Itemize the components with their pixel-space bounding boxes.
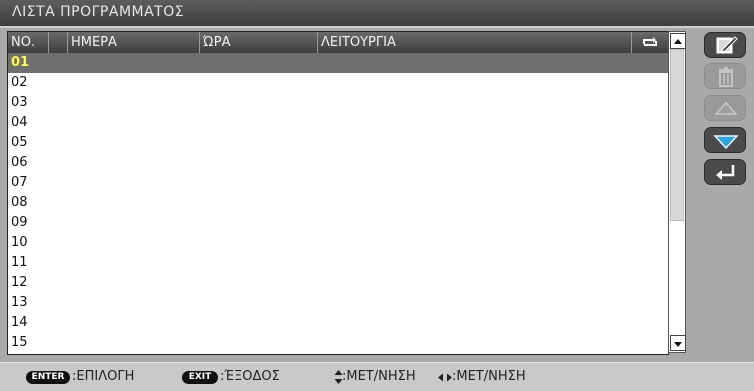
table-row[interactable]: 04 bbox=[8, 113, 668, 133]
table-row[interactable]: 01 bbox=[8, 53, 668, 73]
table-row[interactable]: 14 bbox=[8, 313, 668, 333]
move-down-button[interactable] bbox=[704, 127, 746, 153]
vertical-nav-hint: :ΜΕΤ/ΝΗΣΗ bbox=[342, 369, 416, 384]
window-title-bar: ΛΙΣΤΑ ΠΡΟΓΡΑΜΜΑΤΟΣ bbox=[0, 0, 754, 28]
header-repeat bbox=[632, 32, 668, 53]
table-row[interactable]: 07 bbox=[8, 173, 668, 193]
table-row[interactable]: 12 bbox=[8, 273, 668, 293]
table-row[interactable]: 09 bbox=[8, 213, 668, 233]
header-spacer bbox=[49, 32, 68, 53]
table-row[interactable]: 13 bbox=[8, 293, 668, 313]
scroll-thumb[interactable] bbox=[670, 49, 684, 221]
trash-icon bbox=[719, 67, 733, 87]
delete-button[interactable] bbox=[704, 63, 746, 89]
scroll-down-button[interactable] bbox=[670, 335, 686, 351]
return-button[interactable] bbox=[704, 159, 746, 185]
window-title: ΛΙΣΤΑ ΠΡΟΓΡΑΜΜΑΤΟΣ bbox=[12, 4, 185, 20]
exit-hint: :ΈΞΟΔΟΣ bbox=[220, 369, 280, 384]
scroll-up-button[interactable] bbox=[670, 33, 686, 49]
horizontal-nav-hint: :ΜΕΤ/ΝΗΣΗ bbox=[452, 369, 526, 384]
triangle-up-icon bbox=[714, 101, 738, 115]
table-body: 01 02 03 04 05 06 07 08 09 10 11 12 13 1… bbox=[8, 53, 668, 353]
footer-hints: ENTER :ΕΠΙΛΟΓΗ EXIT :ΈΞΟΔΟΣ :ΜΕΤ/ΝΗΣΗ :Μ… bbox=[0, 362, 754, 391]
table-row[interactable]: 06 bbox=[8, 153, 668, 173]
enter-hint: :ΕΠΙΛΟΓΗ bbox=[72, 369, 135, 384]
table-row[interactable]: 15 bbox=[8, 333, 668, 353]
move-up-button[interactable] bbox=[704, 95, 746, 121]
table-row[interactable]: 10 bbox=[8, 233, 668, 253]
table-row[interactable]: 03 bbox=[8, 93, 668, 113]
repeat-icon bbox=[643, 37, 657, 46]
header-number: ΝΟ. bbox=[8, 32, 49, 53]
header-time: ΏΡΑ bbox=[200, 32, 318, 53]
program-list-table: ΝΟ. ΗΜΕΡΑ ΏΡΑ ΛΕΙΤΟΥΡΓΙΑ 01 02 03 04 05 … bbox=[7, 31, 669, 355]
scroll-up-arrow-icon bbox=[674, 39, 682, 44]
edit-button[interactable] bbox=[704, 32, 746, 58]
table-row[interactable]: 05 bbox=[8, 133, 668, 153]
header-function: ΛΕΙΤΟΥΡΓΙΑ bbox=[318, 32, 632, 53]
return-icon bbox=[716, 165, 735, 180]
header-day: ΗΜΕΡΑ bbox=[68, 32, 200, 53]
vertical-scrollbar[interactable] bbox=[668, 31, 686, 353]
exit-key-badge: EXIT bbox=[182, 371, 218, 384]
scroll-down-arrow-icon bbox=[674, 342, 682, 347]
triangle-down-icon bbox=[713, 135, 739, 150]
table-header: ΝΟ. ΗΜΕΡΑ ΏΡΑ ΛΕΙΤΟΥΡΓΙΑ bbox=[8, 32, 668, 53]
table-row[interactable]: 02 bbox=[8, 73, 668, 93]
edit-icon bbox=[716, 36, 738, 54]
table-row[interactable]: 08 bbox=[8, 193, 668, 213]
table-row[interactable]: 11 bbox=[8, 253, 668, 273]
enter-key-badge: ENTER bbox=[26, 371, 70, 384]
left-right-arrows-icon bbox=[438, 373, 452, 382]
